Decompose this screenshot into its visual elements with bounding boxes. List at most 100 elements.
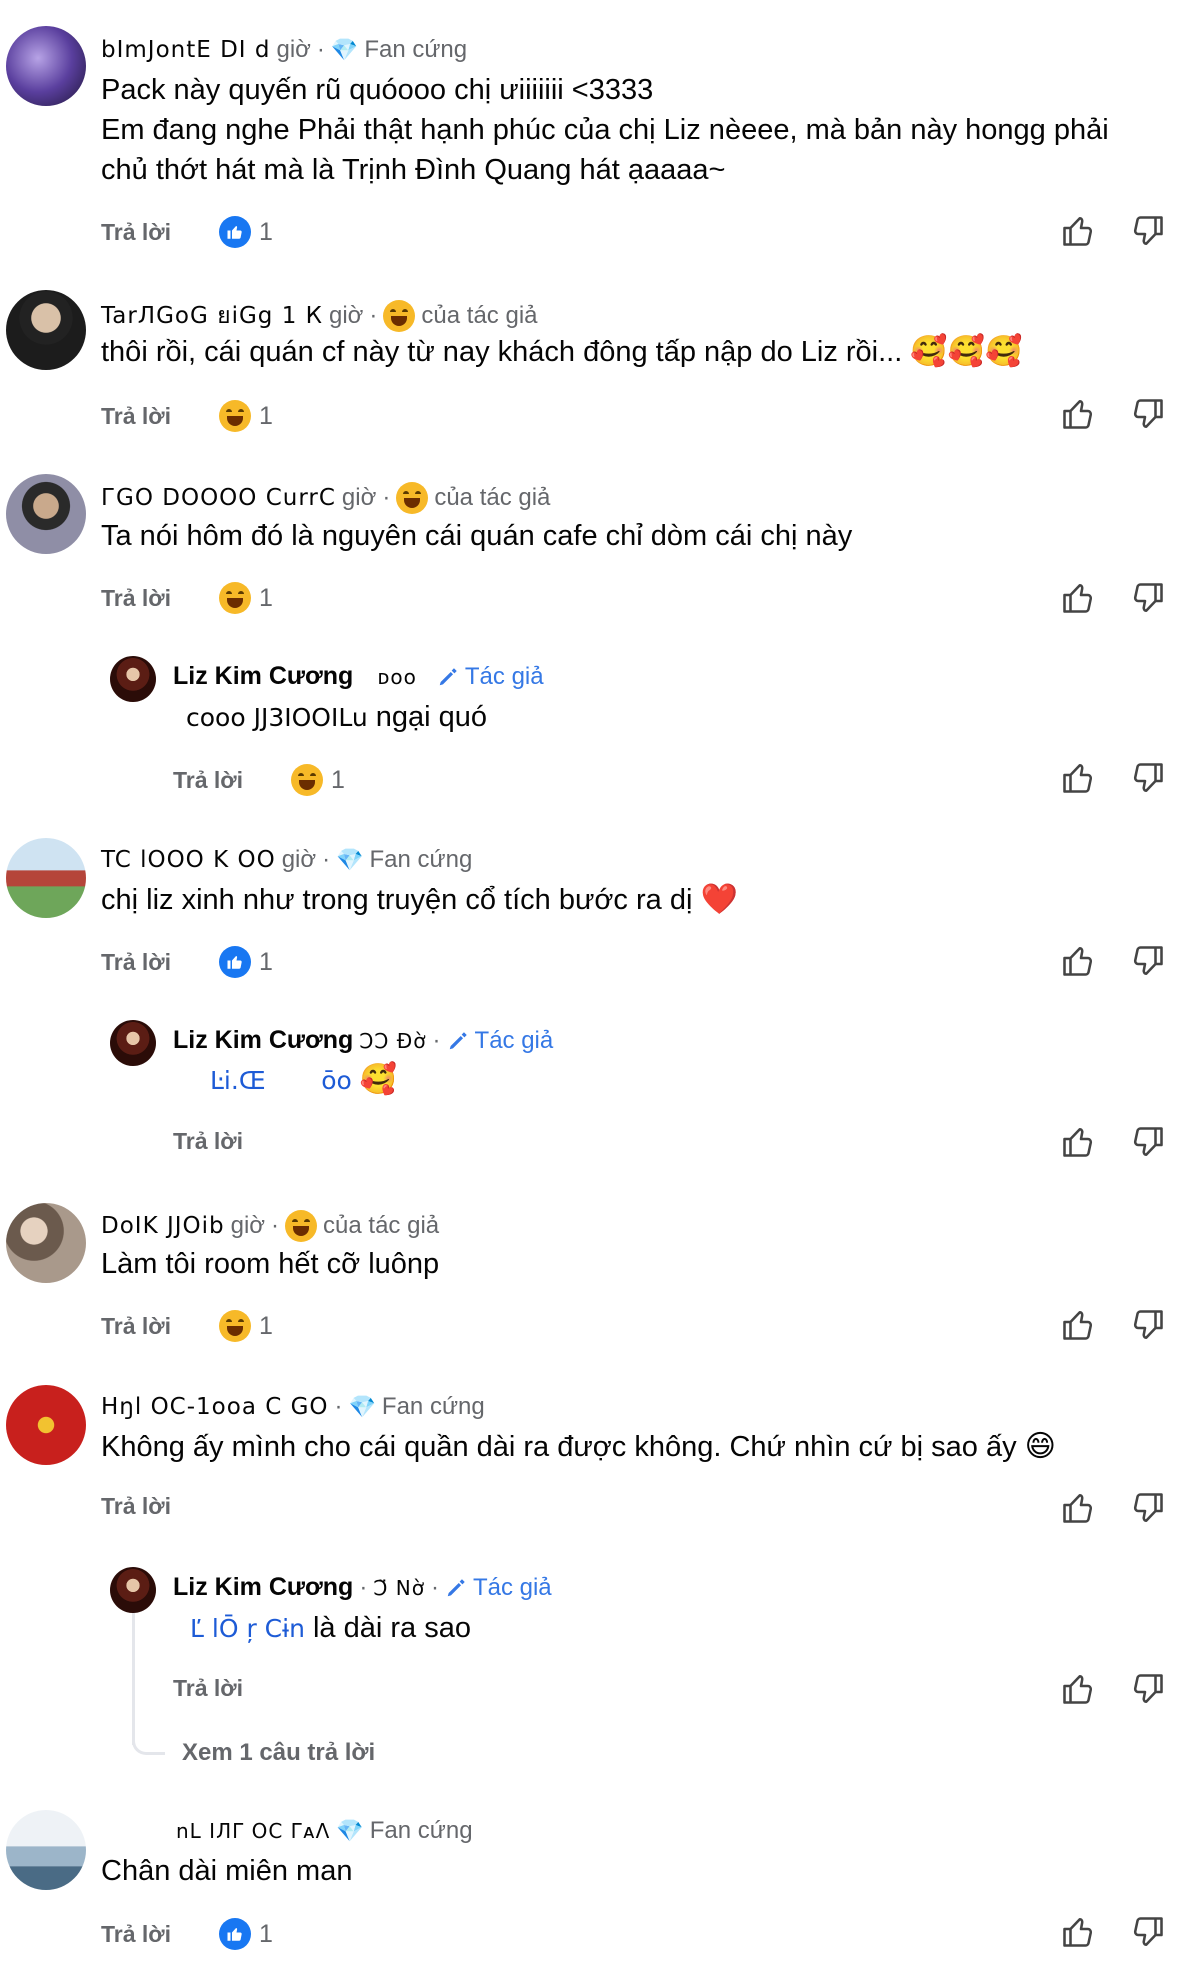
fan-badge: Fan cứng: [369, 846, 473, 873]
comment-time: giờ: [276, 36, 311, 63]
reply-button[interactable]: Trả lời: [173, 1128, 243, 1155]
fan-badge: Fan cứng: [369, 1817, 473, 1844]
downvote-icon[interactable]: [1130, 1124, 1166, 1160]
downvote-icon[interactable]: [1130, 580, 1166, 616]
diamond-icon: 💎: [336, 847, 364, 872]
commenter-name[interactable]: Hŋl OC-1ooa C GO: [101, 1394, 329, 1420]
downvote-icon[interactable]: [1130, 1307, 1166, 1343]
comment-line: chị liz xinh như trong truyện cổ tích bư…: [101, 884, 693, 916]
reaction-summary[interactable]: 1: [219, 1918, 273, 1950]
upvote-icon[interactable]: [1060, 1914, 1096, 1950]
upvote-icon[interactable]: [1060, 1671, 1096, 1707]
comment-line: thôi rồi, cái quán cf này từ nay khách đ…: [101, 336, 903, 368]
author-reacted-badge: của tác giả: [421, 302, 538, 329]
haha-reaction-icon: [291, 764, 324, 796]
smiling-hearts-emoji: 🥰🥰🥰: [910, 335, 1023, 368]
author-avatar[interactable]: [110, 656, 156, 702]
pencil-icon: [439, 667, 457, 685]
author-name[interactable]: Liz Kim Cương: [173, 662, 353, 691]
reaction-count: 1: [331, 765, 345, 794]
reply-button[interactable]: Trả lời: [101, 1493, 171, 1520]
mention-link[interactable]: cooo JJ3IOOILu: [186, 703, 368, 732]
vote-buttons: [1060, 1914, 1166, 1950]
upvote-icon[interactable]: [1060, 943, 1096, 979]
reply-text: cooo JJ3IOOILu ngại quó: [186, 697, 1166, 738]
reaction-summary[interactable]: 1: [219, 946, 273, 978]
red-heart-emoji: ❤️: [700, 883, 738, 916]
author-tag-label: Tác giả: [464, 662, 544, 690]
downvote-icon[interactable]: [1130, 1490, 1166, 1526]
author-reacted-badge: của tác giả: [323, 1212, 440, 1239]
comment-line: Pack này quyến rũ quóooo chị ưiiiiiii <3…: [101, 74, 654, 106]
upvote-icon[interactable]: [1060, 396, 1096, 432]
downvote-icon[interactable]: [1130, 1671, 1166, 1707]
vote-buttons: [1060, 1124, 1166, 1160]
avatar[interactable]: [6, 1810, 86, 1890]
reply-button[interactable]: Trả lời: [101, 403, 171, 430]
author-avatar[interactable]: [110, 1567, 156, 1613]
comment-text: thôi rồi, cái quán cf này từ nay khách đ…: [101, 332, 1171, 372]
vote-buttons: [1060, 213, 1166, 249]
author-name[interactable]: Liz Kim Cương: [173, 1026, 353, 1055]
vote-buttons: [1060, 1307, 1166, 1343]
reaction-count: 1: [259, 1919, 273, 1948]
avatar[interactable]: [6, 474, 86, 554]
comment-text: Ta nói hôm đó là nguyên cái quán cafe ch…: [101, 520, 853, 552]
comment-actions: Trả lời 1: [101, 1918, 273, 1950]
fan-badge: Fan cứng: [381, 1393, 485, 1420]
downvote-icon[interactable]: [1130, 943, 1166, 979]
separator-dot: ·: [322, 846, 331, 873]
vote-buttons: [1060, 1671, 1166, 1707]
reply-button[interactable]: Trả lời: [101, 219, 171, 246]
reaction-summary[interactable]: 1: [219, 582, 273, 614]
downvote-icon[interactable]: [1130, 396, 1166, 432]
comment-text: Chân dài miên man: [101, 1855, 353, 1887]
avatar[interactable]: [6, 838, 86, 918]
avatar[interactable]: [6, 26, 86, 106]
haha-reaction-icon: [383, 300, 416, 332]
downvote-icon[interactable]: [1130, 1914, 1166, 1950]
haha-reaction-icon: [396, 482, 429, 514]
upvote-icon[interactable]: [1060, 1124, 1096, 1160]
separator-dot: ·: [334, 1393, 343, 1420]
downvote-icon[interactable]: [1130, 760, 1166, 796]
commenter-name[interactable]: ГGO DOOOO CurrC: [101, 485, 336, 511]
mention-link[interactable]: Ľ lŌ ŗ Cɨn: [190, 1614, 305, 1643]
thread-connector: [132, 1730, 165, 1755]
commenter-name[interactable]: TC lOOO K OO: [101, 847, 276, 873]
separator-dot: ·: [359, 1573, 368, 1601]
reaction-summary[interactable]: 1: [219, 216, 273, 248]
reaction-summary[interactable]: 1: [291, 764, 345, 796]
reaction-summary[interactable]: 1: [219, 1310, 273, 1342]
comment-actions: Trả lời 1: [101, 582, 273, 614]
reply-button[interactable]: Trả lời: [173, 767, 243, 794]
author-avatar[interactable]: [110, 1020, 156, 1066]
upvote-icon[interactable]: [1060, 213, 1096, 249]
reply-button[interactable]: Trả lời: [101, 1921, 171, 1948]
reply-button[interactable]: Trả lời: [101, 949, 171, 976]
commenter-name[interactable]: TarЛGoG ยiGg 1 К: [101, 298, 323, 334]
upvote-icon[interactable]: [1060, 580, 1096, 616]
commenter-name[interactable]: nL IЛΓ OC ΓᴀΛ: [176, 1819, 330, 1843]
reply-line: ngại quó: [375, 701, 488, 733]
upvote-icon[interactable]: [1060, 1307, 1096, 1343]
mention-link[interactable]: Ŀi.Œ ōo: [210, 1066, 352, 1095]
author-name[interactable]: Liz Kim Cương: [173, 1573, 353, 1602]
commenter-name[interactable]: DoIK JJOib: [101, 1213, 225, 1239]
comment-actions: Trả lời: [101, 1493, 171, 1520]
downvote-icon[interactable]: [1130, 213, 1166, 249]
see-replies-link[interactable]: Xem 1 câu trả lời: [182, 1739, 375, 1767]
avatar[interactable]: [6, 1385, 86, 1465]
comment-actions: Trả lời 1: [101, 216, 273, 248]
reaction-count: 1: [259, 947, 273, 976]
avatar[interactable]: [6, 290, 86, 370]
reply-button[interactable]: Trả lời: [101, 585, 171, 612]
commenter-name[interactable]: bImJontE DI d: [101, 37, 271, 63]
reaction-summary[interactable]: 1: [219, 400, 273, 432]
diamond-icon: 💎: [336, 1818, 364, 1843]
reply-button[interactable]: Trả lời: [101, 1313, 171, 1340]
avatar[interactable]: [6, 1203, 86, 1283]
upvote-icon[interactable]: [1060, 1490, 1096, 1526]
reply-button[interactable]: Trả lời: [173, 1675, 243, 1702]
upvote-icon[interactable]: [1060, 760, 1096, 796]
